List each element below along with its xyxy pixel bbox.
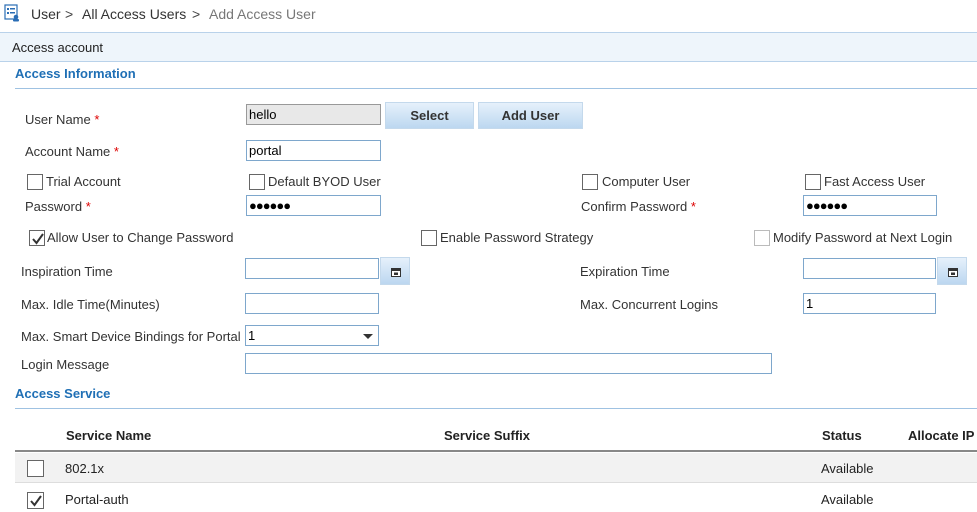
max-concurrent-logins-field[interactable]: 1 — [803, 293, 936, 314]
enable-password-strategy-checkbox[interactable] — [421, 230, 437, 246]
row-checkbox[interactable] — [27, 492, 44, 509]
check-icon — [32, 233, 44, 245]
breadcrumb-separator: > — [65, 6, 74, 22]
required-marker: * — [113, 144, 119, 159]
breadcrumb-current: Add Access User — [209, 6, 316, 22]
panel-title: Access account — [12, 40, 104, 55]
column-allocate-ip[interactable]: Allocate IP — [908, 428, 974, 443]
user-name-field[interactable]: hello — [246, 104, 381, 125]
login-message-field[interactable] — [245, 353, 772, 374]
breadcrumb: User > All Access Users > Add Access Use… — [0, 0, 977, 28]
max-idle-time-field[interactable] — [245, 293, 379, 314]
calendar-icon — [948, 268, 958, 277]
trial-account-checkbox[interactable] — [27, 174, 43, 190]
max-smart-device-bindings-label: Max. Smart Device Bindings for Portal — [21, 329, 241, 344]
confirm-password-label-text: Confirm Password — [581, 199, 688, 214]
account-name-label: Account Name * — [25, 144, 119, 159]
fast-access-user-label: Fast Access User — [824, 174, 926, 189]
breadcrumb-all-access-users-link[interactable]: All Access Users — [82, 6, 186, 22]
login-message-label: Login Message — [21, 357, 110, 372]
default-byod-user-label: Default BYOD User — [268, 174, 381, 189]
enable-password-strategy-label: Enable Password Strategy — [440, 230, 594, 245]
select-button[interactable]: Select — [385, 102, 474, 129]
table-row[interactable]: Portal-auth Available — [15, 484, 977, 512]
section-divider — [15, 88, 977, 89]
allow-change-password-checkbox[interactable] — [29, 230, 45, 246]
account-name-field[interactable]: portal — [246, 140, 381, 161]
allow-change-password-label: Allow User to Change Password — [47, 230, 234, 245]
modify-password-next-login-checkbox[interactable] — [754, 230, 770, 246]
chevron-down-icon — [363, 334, 373, 339]
computer-user-label: Computer User — [602, 174, 691, 189]
user-name-label-text: User Name — [25, 112, 91, 127]
check-icon — [30, 495, 42, 507]
table-row[interactable]: 802.1x Available — [15, 453, 977, 483]
panel-header: Access account — [0, 32, 977, 62]
calendar-icon — [391, 268, 401, 277]
inspiration-time-field[interactable] — [245, 258, 379, 279]
computer-user-checkbox[interactable] — [582, 174, 598, 190]
expiration-time-calendar-button[interactable] — [937, 257, 967, 285]
modify-password-next-login-label: Modify Password at Next Login — [773, 230, 953, 245]
trial-account-label: Trial Account — [46, 174, 121, 189]
breadcrumb-separator: > — [192, 6, 201, 22]
max-smart-device-bindings-select[interactable]: 1 — [245, 325, 379, 346]
account-name-label-text: Account Name — [25, 144, 111, 159]
max-smart-device-bindings-value: 1 — [248, 328, 256, 343]
required-marker: * — [94, 112, 100, 127]
inspiration-time-calendar-button[interactable] — [380, 257, 410, 285]
password-label: Password * — [25, 199, 91, 214]
expiration-time-field[interactable] — [803, 258, 936, 279]
access-information-heading: Access Information — [15, 66, 136, 81]
breadcrumb-user-link[interactable]: User — [31, 6, 61, 22]
column-service-suffix[interactable]: Service Suffix — [444, 428, 530, 443]
user-list-icon — [4, 4, 20, 25]
status-cell: Available — [821, 461, 874, 476]
password-field[interactable]: ●●●●●● — [246, 195, 381, 216]
required-marker: * — [690, 199, 696, 214]
service-table-header: Service Name Service Suffix Status Alloc… — [15, 419, 977, 452]
user-name-label: User Name * — [25, 112, 99, 127]
add-user-button[interactable]: Add User — [478, 102, 583, 129]
section-divider — [15, 408, 977, 409]
access-service-heading: Access Service — [15, 386, 111, 401]
confirm-password-field[interactable]: ●●●●●● — [803, 195, 937, 216]
expiration-time-label: Expiration Time — [580, 264, 670, 279]
password-label-text: Password — [25, 199, 83, 214]
service-name-cell: Portal-auth — [65, 492, 129, 507]
service-name-cell: 802.1x — [65, 461, 105, 476]
default-byod-user-checkbox[interactable] — [249, 174, 265, 190]
status-cell: Available — [821, 492, 874, 507]
max-concurrent-logins-label: Max. Concurrent Logins — [580, 297, 719, 312]
confirm-password-label: Confirm Password * — [581, 199, 696, 214]
row-checkbox[interactable] — [27, 460, 44, 477]
required-marker: * — [85, 199, 91, 214]
max-idle-time-label: Max. Idle Time(Minutes) — [21, 297, 160, 312]
inspiration-time-label: Inspiration Time — [21, 264, 113, 279]
column-status[interactable]: Status — [822, 428, 862, 443]
fast-access-user-checkbox[interactable] — [805, 174, 821, 190]
column-service-name[interactable]: Service Name — [66, 428, 151, 443]
